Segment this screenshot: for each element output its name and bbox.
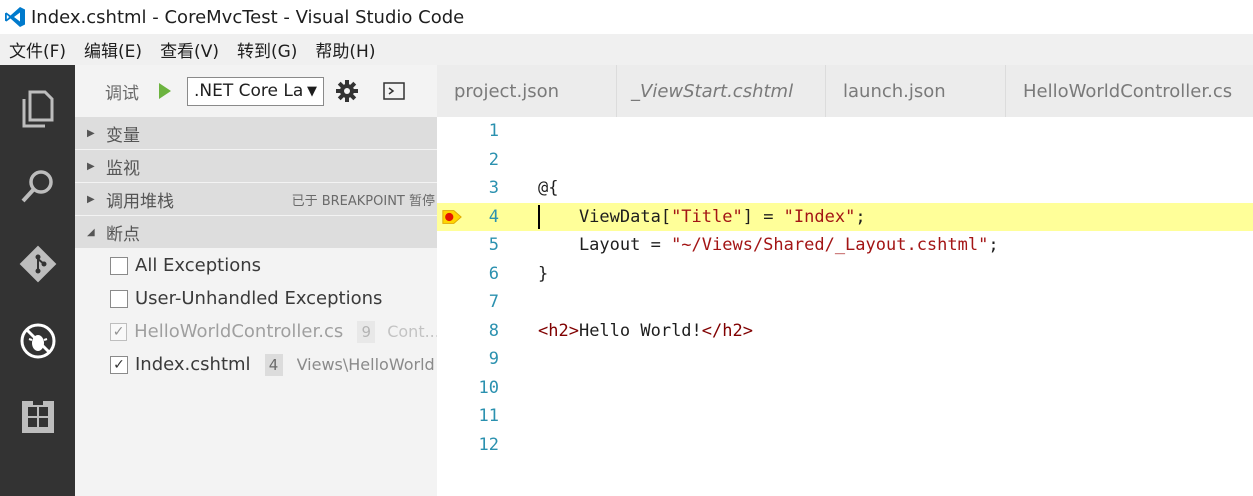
breakpoint-label: User-Unhandled Exceptions bbox=[135, 288, 383, 309]
tab-helloworld-controller[interactable]: HelloWorldController.cs bbox=[1006, 65, 1253, 117]
breakpoint-item-controller[interactable]: HelloWorldController.cs 9 Cont... bbox=[75, 315, 437, 348]
code-line: 5 Layout = "~/Views/Shared/_Layout.cshtm… bbox=[437, 231, 1253, 260]
breakpoint-label: Index.cshtml bbox=[135, 354, 251, 375]
breakpoint-line-badge: 9 bbox=[357, 320, 376, 343]
line-number: 1 bbox=[488, 121, 499, 142]
menu-edit[interactable]: 编辑(E) bbox=[75, 37, 151, 62]
tab-project-json[interactable]: project.json bbox=[437, 65, 617, 117]
breakpoint-item-index[interactable]: Index.cshtml 4 Views\HelloWorld bbox=[75, 348, 437, 381]
variables-section-header[interactable]: ▶ 变量 bbox=[75, 117, 437, 150]
debug-configuration-value: .NET Core La bbox=[194, 81, 303, 101]
menu-file[interactable]: 文件(F) bbox=[0, 37, 75, 62]
debug-icon[interactable] bbox=[18, 321, 58, 361]
breakpoint-checkbox[interactable] bbox=[110, 322, 128, 341]
breakpoint-marker-icon[interactable] bbox=[441, 208, 463, 226]
code-line: 11 bbox=[437, 402, 1253, 431]
debug-label: 调试 bbox=[105, 83, 139, 104]
breakpoint-label: All Exceptions bbox=[135, 255, 261, 276]
dropdown-arrow-icon: ▼ bbox=[307, 83, 317, 99]
code-line: 10 bbox=[437, 374, 1253, 403]
search-icon[interactable] bbox=[18, 166, 58, 206]
code-text: } bbox=[538, 263, 549, 284]
collapsed-triangle-icon: ▶ bbox=[87, 160, 95, 172]
code-line: 1 bbox=[437, 117, 1253, 146]
line-number: 3 bbox=[488, 178, 499, 199]
explorer-icon[interactable] bbox=[18, 89, 58, 129]
debug-console-icon[interactable] bbox=[382, 80, 406, 102]
call-stack-section-header[interactable]: ▶ 调用堆栈 已于 BREAKPOINT 暂停 bbox=[75, 183, 437, 216]
tab-launch-json[interactable]: launch.json bbox=[826, 65, 1006, 117]
debug-sidebar: 调试 .NET Core La ▼ ▶ 变量 ▶ 监视 ▶ 调用堆栈 已于 BR… bbox=[75, 65, 437, 496]
line-number: 8 bbox=[488, 320, 499, 341]
breakpoints-section-header[interactable]: ◢ 断点 bbox=[75, 216, 437, 249]
menu-bar: 文件(F) 编辑(E) 查看(V) 转到(G) 帮助(H) bbox=[0, 34, 1253, 65]
breakpoint-path: Views\HelloWorld bbox=[296, 355, 435, 374]
line-number: 11 bbox=[478, 406, 499, 427]
code-text: Layout = "~/Views/Shared/_Layout.cshtml"… bbox=[538, 235, 999, 256]
line-number: 9 bbox=[488, 349, 499, 370]
activity-bar bbox=[0, 65, 75, 496]
line-number: 12 bbox=[478, 434, 499, 455]
code-line: 8 <h2>Hello World!</h2> bbox=[437, 317, 1253, 346]
code-text: <h2>Hello World!</h2> bbox=[538, 320, 753, 341]
code-line: 6 } bbox=[437, 260, 1253, 289]
breakpoint-checkbox[interactable] bbox=[110, 256, 128, 275]
breakpoint-item-all-exceptions[interactable]: All Exceptions bbox=[75, 249, 437, 282]
breakpoint-item-user-unhandled[interactable]: User-Unhandled Exceptions bbox=[75, 282, 437, 315]
current-code-line: 4 ViewData["Title"] = "Index"; bbox=[437, 202, 1253, 231]
menu-help[interactable]: 帮助(H) bbox=[306, 37, 384, 62]
line-number: 5 bbox=[488, 235, 499, 256]
collapsed-triangle-icon: ▶ bbox=[87, 193, 95, 205]
editor-tab-bar: project.json _ViewStart.cshtml launch.js… bbox=[437, 65, 1253, 117]
line-number: 6 bbox=[488, 263, 499, 284]
code-line: 2 bbox=[437, 146, 1253, 175]
breakpoint-label: HelloWorldController.cs bbox=[134, 321, 344, 342]
breakpoint-checkbox[interactable] bbox=[110, 289, 128, 308]
tab-viewstart[interactable]: _ViewStart.cshtml bbox=[617, 65, 826, 117]
code-line: 12 bbox=[437, 431, 1253, 460]
debug-toolbar: 调试 .NET Core La ▼ bbox=[75, 65, 437, 117]
breakpoint-checkbox[interactable] bbox=[110, 355, 128, 374]
call-stack-label: 调用堆栈 bbox=[106, 191, 174, 212]
line-number: 4 bbox=[488, 206, 499, 227]
call-stack-status: 已于 BREAKPOINT 暂停 bbox=[291, 193, 435, 209]
code-line: 9 bbox=[437, 345, 1253, 374]
code-line: 7 bbox=[437, 288, 1253, 317]
git-icon[interactable] bbox=[18, 244, 58, 284]
watch-label: 监视 bbox=[106, 158, 140, 179]
extensions-icon[interactable] bbox=[18, 397, 58, 437]
expanded-triangle-icon: ◢ bbox=[87, 226, 95, 238]
collapsed-triangle-icon: ▶ bbox=[87, 127, 95, 139]
start-debugging-button[interactable] bbox=[155, 81, 175, 101]
play-icon bbox=[159, 83, 171, 99]
window-title: Index.cshtml - CoreMvcTest - Visual Stud… bbox=[31, 6, 465, 28]
line-number: 2 bbox=[488, 149, 499, 170]
watch-section-header[interactable]: ▶ 监视 bbox=[75, 150, 437, 183]
code-text: @{ bbox=[538, 178, 559, 199]
debug-configuration-select[interactable]: .NET Core La ▼ bbox=[187, 76, 324, 106]
menu-goto[interactable]: 转到(G) bbox=[228, 37, 306, 62]
line-number: 7 bbox=[488, 292, 499, 313]
gear-icon[interactable] bbox=[336, 80, 358, 102]
title-bar: Index.cshtml - CoreMvcTest - Visual Stud… bbox=[0, 0, 1253, 34]
breakpoint-path: Cont... bbox=[387, 322, 437, 341]
code-editor[interactable]: 1 2 3 @{ 4 ViewData["Title"] = "Index"; … bbox=[437, 117, 1253, 496]
code-line: 3 @{ bbox=[437, 174, 1253, 203]
line-number: 10 bbox=[478, 377, 499, 398]
code-text: ViewData["Title"] = "Index"; bbox=[538, 206, 866, 227]
menu-view[interactable]: 查看(V) bbox=[151, 37, 228, 62]
vscode-logo-icon bbox=[2, 4, 28, 30]
variables-label: 变量 bbox=[106, 125, 140, 146]
breakpoint-line-badge: 4 bbox=[264, 353, 283, 376]
breakpoints-label: 断点 bbox=[106, 224, 140, 245]
